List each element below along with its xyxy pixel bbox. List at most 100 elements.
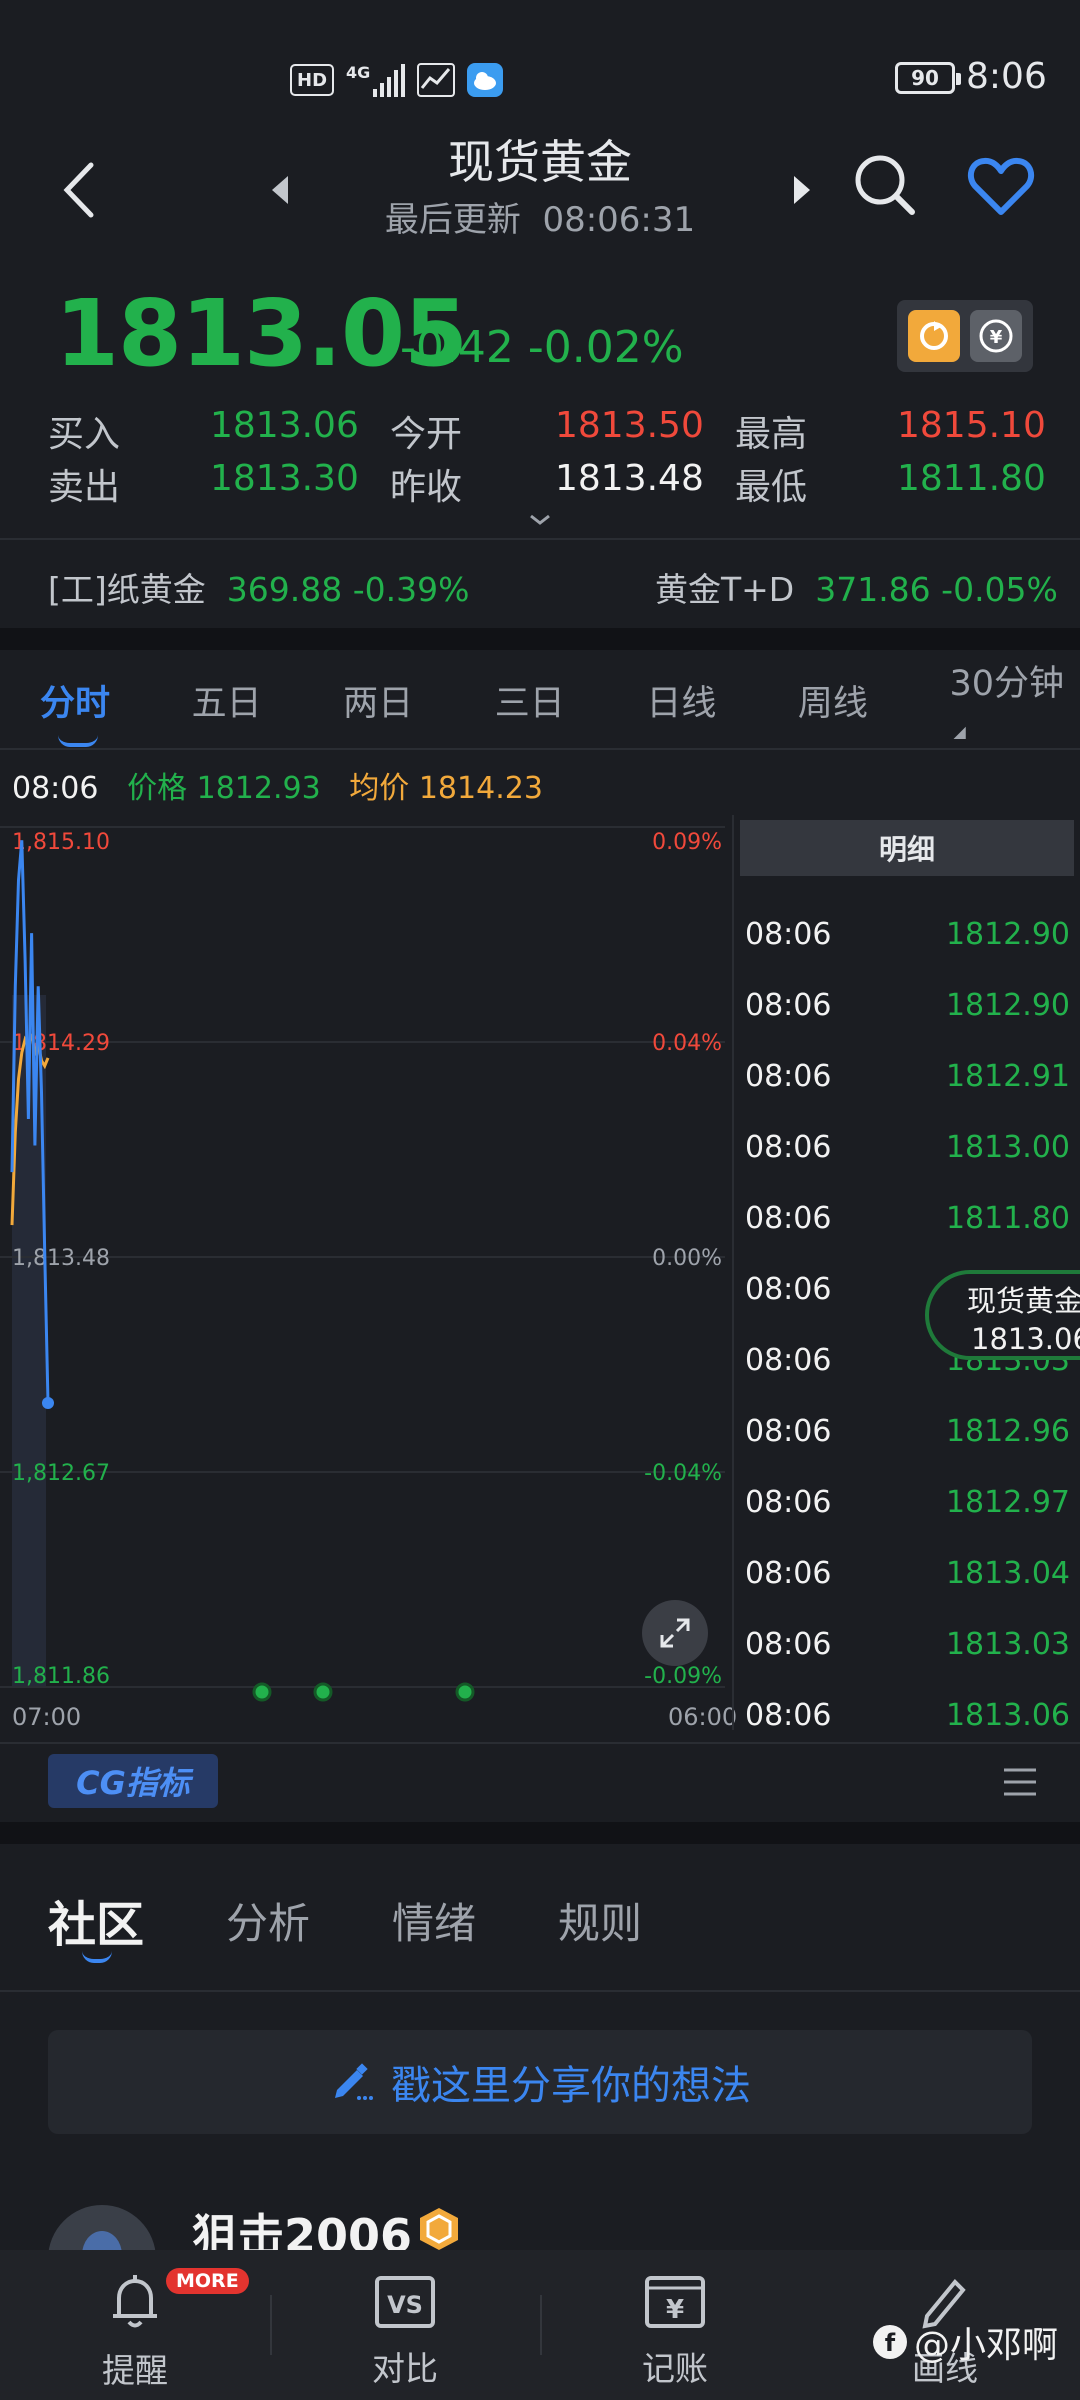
tab-weekly[interactable]: 周线: [798, 675, 950, 726]
next-instrument-icon[interactable]: [786, 170, 816, 210]
y-pct-label: -0.04%: [644, 1461, 722, 1486]
status-bar: HD 4G 90 8:06: [0, 0, 1080, 130]
tab-five-day[interactable]: 五日: [192, 675, 344, 726]
detail-row: 08:06 1813.04: [745, 1556, 1070, 1591]
detail-row: 08:06 1813.03: [745, 1627, 1070, 1662]
nav-compare[interactable]: VS 对比: [270, 2250, 540, 2400]
currency-icon[interactable]: ¥: [970, 310, 1022, 362]
menu-icon[interactable]: [1000, 1765, 1040, 1799]
related-name: 黄金T+D: [655, 570, 795, 609]
page-title: 现货黄金: [448, 135, 632, 189]
related-name: [工]纸黄金: [48, 570, 206, 609]
tab-daily[interactable]: 日线: [646, 675, 798, 726]
x-axis-end: 06:00: [668, 1703, 738, 1731]
detail-price: 1813.04: [945, 1556, 1070, 1591]
detail-time: 08:06: [745, 1698, 832, 1733]
low-value: 1811.80: [897, 458, 1046, 499]
prev-instrument-icon[interactable]: [266, 170, 296, 210]
tab-intraday[interactable]: 分时: [40, 675, 192, 747]
section-separator: [0, 1822, 1080, 1844]
last-price-point: [42, 1396, 54, 1409]
low-label: 最低: [735, 467, 808, 508]
detail-row: 08:06 1813.00: [745, 1130, 1070, 1165]
detail-time: 08:06: [745, 1130, 832, 1165]
tab-sentiment[interactable]: 情绪: [392, 1890, 476, 1951]
ask-value: 1813.30: [210, 458, 359, 499]
detail-price: 1812.97: [945, 1485, 1070, 1520]
period-tabs: 分时 五日 两日 三日 日线 周线 30分钟 ◢: [0, 650, 1080, 750]
chart-svg: 1,815.10 0.09%1,814.29 0.04%1,813.48 0.00%1…: [0, 826, 725, 1702]
detail-time: 08:06: [745, 917, 832, 952]
refresh-icon[interactable]: [908, 310, 960, 362]
nav-compare-label: 对比: [372, 2349, 438, 2388]
related-item-gold-td[interactable]: 黄金T+D 371.86 -0.05%: [655, 563, 1058, 611]
expand-icon: [660, 1618, 690, 1648]
cloud-app-icon: [467, 63, 504, 97]
y-tick-label: 1,815.10: [12, 830, 110, 855]
heart-icon[interactable]: [966, 152, 1036, 222]
detail-time: 08:06: [745, 1059, 832, 1094]
divider: [0, 748, 1080, 750]
y-tick-label: 1,813.48: [12, 1246, 110, 1271]
nav-alert[interactable]: 提醒 MORE: [0, 2250, 270, 2400]
nav-ledger[interactable]: ¥ 记账: [540, 2250, 810, 2400]
related-item-paper-gold[interactable]: [工]纸黄金 369.88 -0.39%: [48, 563, 469, 611]
more-badge: MORE: [166, 2268, 249, 2294]
update-label: 最后更新: [384, 200, 521, 240]
tab-community[interactable]: 社区: [48, 1885, 144, 1963]
detail-price: 1812.96: [945, 1414, 1070, 1449]
detail-price: 1812.91: [945, 1059, 1070, 1094]
event-marker[interactable]: [313, 1682, 333, 1702]
high-value: 1815.10: [897, 405, 1046, 446]
tab-rules[interactable]: 规则: [558, 1890, 642, 1951]
change-percent: -0.02%: [527, 322, 684, 373]
back-arrow-icon[interactable]: [55, 155, 105, 225]
tab-three-day[interactable]: 三日: [495, 675, 647, 726]
bid-row: 买入: [48, 405, 120, 457]
y-tick-label: 1,811.86: [12, 1664, 110, 1689]
info-price: 1812.93: [196, 771, 321, 806]
divider: [0, 538, 1080, 540]
ask-label: 卖出: [48, 467, 121, 508]
cg-indicator-button[interactable]: CG指标: [48, 1754, 218, 1808]
prev-close-label: 昨收: [390, 467, 463, 508]
clock: 8:06: [966, 56, 1047, 97]
detail-time: 08:06: [745, 1201, 832, 1236]
y-pct-label: -0.09%: [644, 1664, 722, 1689]
detail-row: 08:06 1813.06: [745, 1698, 1070, 1733]
section-separator: [0, 628, 1080, 650]
floating-price-tag[interactable]: 现货黄金 1813.06: [925, 1270, 1080, 1360]
status-icons: HD 4G: [290, 60, 504, 100]
change-value: -0.42: [400, 322, 514, 373]
info-avg-label: 均价: [349, 771, 410, 806]
svg-text:¥: ¥: [990, 327, 1003, 348]
detail-time: 08:06: [745, 1414, 832, 1449]
y-pct-label: 0.04%: [652, 1031, 722, 1056]
high-label: 最高: [735, 414, 808, 455]
svg-text:VS: VS: [387, 2291, 423, 2319]
social-logo-icon: f: [873, 2325, 907, 2359]
event-marker[interactable]: [252, 1682, 272, 1702]
pencil-icon: [335, 2063, 373, 2100]
tab-two-day[interactable]: 两日: [343, 675, 495, 726]
intraday-chart[interactable]: 1,815.10 0.09% 1,814.29 0.04% 1,813.48 0.00% 1…: [0, 815, 730, 1715]
event-marker[interactable]: [455, 1682, 475, 1702]
detail-price: 1812.90: [945, 988, 1070, 1023]
x-axis-start: 07:00: [12, 1703, 82, 1731]
tab-30min-label: 30分钟: [949, 663, 1065, 704]
detail-price: 1813.03: [945, 1627, 1070, 1662]
related-instruments: [工]纸黄金 369.88 -0.39% 黄金T+D 371.86 -0.05%: [0, 545, 1080, 625]
chevron-down-icon[interactable]: [525, 510, 555, 530]
bid-label: 买入: [48, 414, 121, 455]
tab-30min[interactable]: 30分钟 ◢: [949, 655, 1080, 746]
floating-tag-price: 1813.06: [971, 1322, 1080, 1356]
bell-icon: [113, 2275, 157, 2328]
share-thought-input[interactable]: 戳这里分享你的想法: [48, 2030, 1032, 2134]
detail-time: 08:06: [745, 988, 832, 1023]
search-icon[interactable]: [850, 150, 920, 220]
detail-row: 08:06 1812.90: [745, 988, 1070, 1023]
detail-row: 08:06 1812.91: [745, 1059, 1070, 1094]
detail-price: 1812.90: [945, 917, 1070, 952]
tab-analysis[interactable]: 分析: [226, 1890, 310, 1951]
fullscreen-button[interactable]: [642, 1600, 708, 1666]
